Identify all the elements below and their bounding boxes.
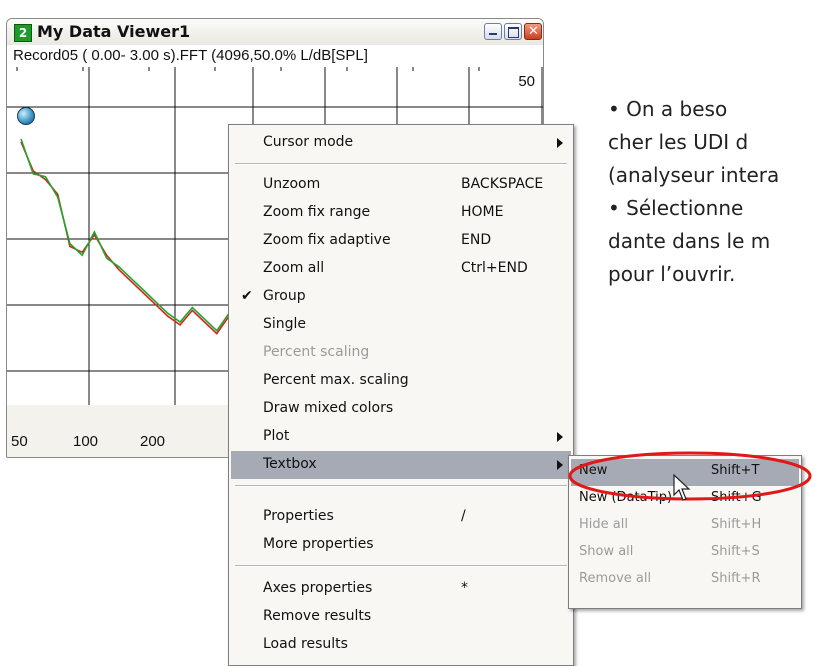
menu-item-shortcut: BACKSPACE	[461, 176, 544, 192]
cursor-knob-icon[interactable]	[17, 107, 35, 125]
menu-item-label: More properties	[263, 536, 374, 552]
menu-item-more-properties[interactable]: More properties	[231, 531, 571, 559]
spectrum-trace-line	[20, 138, 230, 332]
menu-item-zoom-all[interactable]: Zoom all Ctrl+END	[231, 255, 571, 283]
menu-item-remove-results[interactable]: Remove results	[231, 603, 571, 631]
menu-item-cursor-mode[interactable]: Cursor mode	[231, 129, 571, 157]
side-text-line: • Sélectionne	[608, 196, 744, 220]
x-tick-label: 200	[140, 433, 166, 450]
menu-item-zoom-fix-adaptive[interactable]: Zoom fix adaptive END	[231, 227, 571, 255]
menu-item-shortcut: END	[461, 232, 492, 248]
side-text-line: • On a beso	[608, 97, 728, 121]
menu-item-label: Plot	[263, 428, 290, 444]
menu-item-label: Percent scaling	[263, 344, 370, 360]
menu-item-label: Remove all	[579, 571, 652, 586]
menu-item-label: Zoom all	[263, 260, 325, 276]
submenu-item-hide-all: Hide all Shift+H	[571, 513, 799, 540]
submenu-arrow-icon	[557, 138, 563, 148]
menu-item-draw-mixed-colors[interactable]: Draw mixed colors	[231, 395, 571, 423]
minimize-icon	[489, 33, 497, 35]
menu-item-label: Draw mixed colors	[263, 400, 394, 416]
menu-item-shortcut: HOME	[461, 204, 504, 220]
menu-item-label: Remove results	[263, 608, 372, 624]
window-title: My Data Viewer1	[37, 22, 191, 41]
menu-item-label: Textbox	[263, 456, 317, 472]
menu-item-shortcut: Shift+S	[711, 544, 760, 559]
menu-item-group[interactable]: ✔ Group	[231, 283, 571, 311]
menu-item-label: Cursor mode	[263, 134, 354, 150]
side-text-line: cher les UDI d	[608, 130, 749, 154]
menu-item-label: Properties	[263, 508, 334, 524]
menu-item-shortcut: /	[461, 508, 466, 524]
x-tick-label: 50	[11, 433, 28, 450]
menu-item-label: Zoom fix range	[263, 204, 371, 220]
menu-item-axes-properties[interactable]: Axes properties *	[231, 575, 571, 603]
side-text-line: (analyseur intera	[608, 163, 780, 187]
menu-separator	[235, 565, 567, 567]
close-button[interactable]: ✕	[524, 23, 542, 40]
mouse-pointer-icon	[673, 474, 691, 501]
app-number-icon: 2	[14, 24, 32, 42]
menu-item-label: Single	[263, 316, 307, 332]
side-paragraph: • On a beso cher les UDI d (analyseur in…	[608, 93, 820, 291]
side-text-line: dante dans le m	[608, 229, 771, 253]
menu-item-plot[interactable]: Plot	[231, 423, 571, 451]
menu-separator	[235, 163, 567, 165]
menu-item-shortcut: Ctrl+END	[461, 260, 528, 276]
submenu-arrow-icon	[557, 460, 563, 470]
menu-separator	[235, 485, 567, 487]
check-icon: ✔	[241, 288, 253, 304]
menu-item-label: Group	[263, 288, 306, 304]
menu-item-unzoom[interactable]: Unzoom BACKSPACE	[231, 171, 571, 199]
plot-header: Record05 ( 0.00- 3.00 s).FFT (4096,50.0%…	[7, 45, 543, 68]
minimize-button[interactable]	[484, 23, 502, 40]
x-tick-label: 100	[73, 433, 99, 450]
side-text-line: pour l’ouvrir.	[608, 262, 736, 286]
menu-item-textbox[interactable]: Textbox	[231, 451, 571, 479]
menu-item-percent-max-scaling[interactable]: Percent max. scaling	[231, 367, 571, 395]
context-menu: Cursor mode Unzoom BACKSPACE Zoom fix ra…	[228, 124, 574, 666]
menu-item-label: Axes properties	[263, 580, 373, 596]
menu-item-label: Percent max. scaling	[263, 372, 409, 388]
menu-item-label: Unzoom	[263, 176, 321, 192]
menu-item-shortcut: Shift+R	[711, 571, 761, 586]
maximize-icon	[508, 27, 519, 38]
plot-header-text: Record05 ( 0.00- 3.00 s).FFT (4096,50.0%…	[13, 47, 368, 64]
menu-item-zoom-fix-range[interactable]: Zoom fix range HOME	[231, 199, 571, 227]
menu-item-percent-scaling: Percent scaling	[231, 339, 571, 367]
y-tick-label: 50	[518, 73, 535, 90]
menu-item-label: Load results	[263, 636, 348, 652]
menu-item-label: Show all	[579, 544, 634, 559]
menu-item-shortcut: Shift+H	[711, 517, 762, 532]
submenu-item-remove-all: Remove all Shift+R	[571, 567, 799, 594]
submenu-arrow-icon	[557, 432, 563, 442]
close-icon: ✕	[528, 24, 539, 39]
menu-item-shortcut: *	[461, 580, 468, 596]
menu-item-single[interactable]: Single	[231, 311, 571, 339]
maximize-button[interactable]	[504, 23, 522, 40]
title-bar[interactable]: 2 My Data Viewer1 ✕	[7, 19, 543, 46]
menu-item-properties[interactable]: Properties /	[231, 503, 571, 531]
menu-item-label: Zoom fix adaptive	[263, 232, 391, 248]
submenu-item-show-all: Show all Shift+S	[571, 540, 799, 567]
menu-item-load-results[interactable]: Load results	[231, 631, 571, 659]
menu-item-label: Hide all	[579, 517, 628, 532]
